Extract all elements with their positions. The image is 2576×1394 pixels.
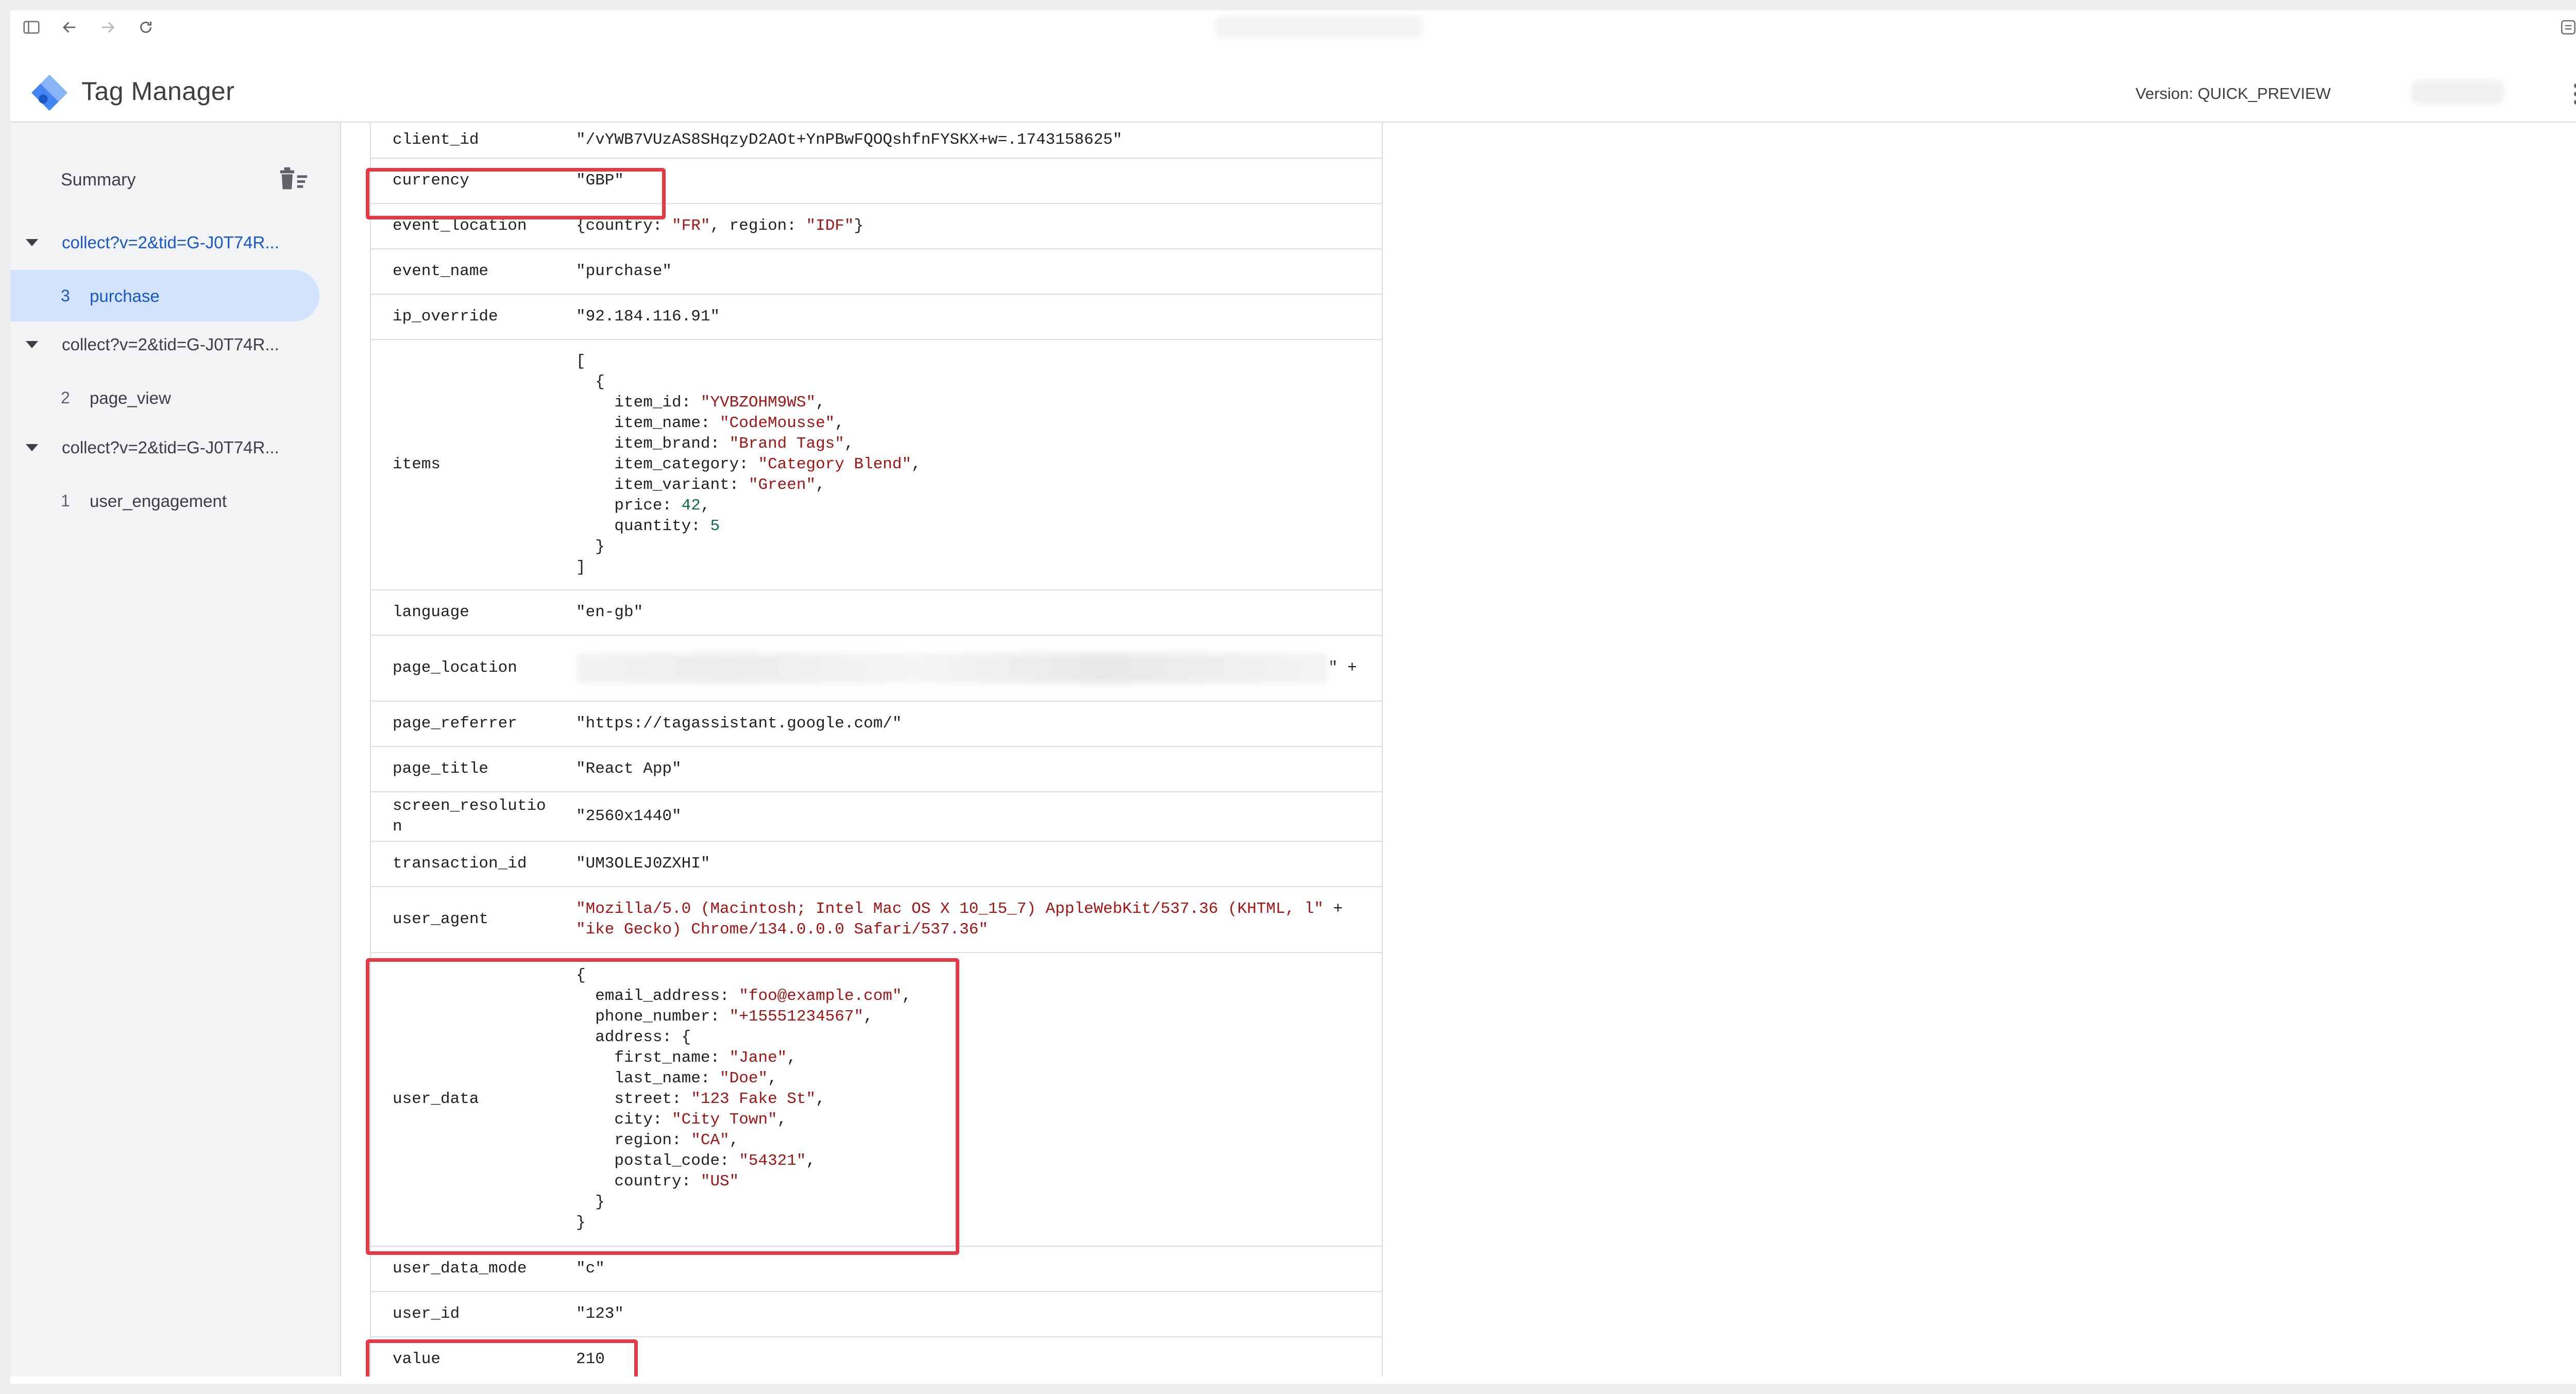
- param-key: language: [393, 603, 469, 621]
- param-row-ip-override: ip_override "92.184.116.91": [371, 295, 1382, 340]
- clear-messages-icon[interactable]: [278, 166, 308, 193]
- app-title: Tag Manager: [81, 77, 235, 106]
- param-value: 210: [576, 1350, 605, 1368]
- param-key: event_location: [393, 217, 527, 235]
- param-value: "purchase": [576, 262, 672, 280]
- chevron-down-icon[interactable]: [26, 239, 38, 246]
- param-row-items: items [ { item_id: "YVBZOHM9WS", item_na…: [371, 340, 1382, 590]
- param-key: currency: [393, 172, 469, 190]
- sidebar: Summary collect?v=2&tid=G-J0T74R... 3 pu…: [10, 123, 341, 1384]
- param-value: {country: "FR", region: "IDF"}: [576, 217, 864, 235]
- param-row-user-data: user_data { email_address: "foo@example.…: [371, 953, 1382, 1247]
- param-value: "92.184.116.91": [576, 308, 720, 326]
- horizontal-scrollbar[interactable]: [10, 1376, 2576, 1384]
- param-value: "123": [576, 1305, 624, 1323]
- summary-link[interactable]: Summary: [61, 170, 135, 190]
- redacted-info: [2411, 80, 2504, 104]
- param-value: "/vYWB7VUzAS8SHqzyD2AOt+YnPBwFQOQshfnFYS…: [576, 131, 1123, 149]
- event-name: purchase: [90, 286, 160, 305]
- param-row-user-agent: user_agent "Mozilla/5.0 (Macintosh; Inte…: [371, 887, 1382, 953]
- param-value: "c": [576, 1260, 605, 1278]
- param-value: "UM3OLEJ0ZXHI": [576, 855, 710, 873]
- event-name: page_view: [90, 388, 171, 407]
- address-bar[interactable]: [1216, 15, 1422, 38]
- reload-icon[interactable]: [136, 18, 156, 37]
- param-row-currency: currency "GBP": [371, 159, 1382, 204]
- request-label: collect?v=2&tid=G-J0T74R...: [62, 438, 279, 457]
- version-label: Version: QUICK_PREVIEW: [2136, 84, 2331, 103]
- back-arrow-icon[interactable]: [60, 18, 79, 37]
- param-row-event-name: event_name "purchase": [371, 249, 1382, 295]
- param-key: transaction_id: [393, 855, 527, 873]
- param-row-page-title: page_title "React App": [371, 747, 1382, 792]
- event-item-page-view[interactable]: 2 page_view: [10, 372, 319, 423]
- request-item-2[interactable]: collect?v=2&tid=G-J0T74R...: [10, 326, 340, 367]
- param-key: user_agent: [393, 910, 489, 928]
- param-key: items: [393, 455, 441, 473]
- event-details-panel: client_id "/vYWB7VUzAS8SHqzyD2AOt+YnPBwF…: [341, 123, 2576, 1384]
- param-value: "en-gb": [576, 603, 643, 621]
- param-row-value: value 210: [371, 1337, 1382, 1383]
- event-item-user-engagement[interactable]: 1 user_engagement: [10, 475, 319, 526]
- param-value: { email_address: "foo@example.com", phon…: [576, 966, 912, 1232]
- param-key: value: [393, 1350, 441, 1368]
- param-row-user-id: user_id "123": [371, 1292, 1382, 1337]
- param-key: user_data_mode: [393, 1260, 527, 1278]
- param-value: [ { item_id: "YVBZOHM9WS", item_name: "C…: [576, 352, 921, 576]
- param-row-client-id: client_id "/vYWB7VUzAS8SHqzyD2AOt+YnPBwF…: [371, 123, 1382, 159]
- param-key: client_id: [393, 131, 479, 149]
- event-parameters-table: client_id "/vYWB7VUzAS8SHqzyD2AOt+YnPBwF…: [370, 123, 1383, 1383]
- param-row-page-location: page_location " +: [371, 636, 1382, 702]
- param-row-screen-resolution: screen_resolution "2560x1440": [371, 792, 1382, 842]
- param-value: "2560x1440": [576, 807, 682, 825]
- param-row-language: language "en-gb": [371, 590, 1382, 636]
- request-label: collect?v=2&tid=G-J0T74R...: [62, 233, 279, 252]
- reader-icon[interactable]: [2558, 18, 2576, 37]
- param-key: page_title: [393, 760, 489, 778]
- event-name: user_engagement: [90, 491, 227, 511]
- param-key: page_referrer: [393, 715, 517, 733]
- chevron-down-icon[interactable]: [26, 341, 38, 348]
- event-item-purchase[interactable]: 3 purchase: [10, 270, 319, 321]
- chevron-down-icon[interactable]: [26, 444, 38, 451]
- param-key: screen_resolution: [393, 797, 546, 836]
- param-key: user_data: [393, 1090, 479, 1108]
- event-number: 3: [61, 286, 70, 305]
- request-item-1[interactable]: collect?v=2&tid=G-J0T74R...: [10, 224, 340, 265]
- tag-manager-logo-icon: [28, 71, 71, 114]
- event-number: 1: [61, 491, 70, 510]
- browser-toolbar: [10, 10, 2576, 45]
- param-key: page_location: [393, 659, 517, 677]
- event-number: 2: [61, 388, 70, 407]
- param-row-user-data-mode: user_data_mode "c": [371, 1247, 1382, 1292]
- browser-window: Tag Manager Version: QUICK_PREVIEW Summa…: [10, 10, 2576, 1384]
- param-row-transaction-id: transaction_id "UM3OLEJ0ZXHI": [371, 842, 1382, 887]
- redacted-value: [576, 653, 1328, 684]
- param-row-event-location: event_location {country: "FR", region: "…: [371, 204, 1382, 249]
- param-value: "https://tagassistant.google.com/": [576, 715, 902, 733]
- sidebar-toggle-icon[interactable]: [22, 18, 41, 37]
- app-header: Tag Manager Version: QUICK_PREVIEW: [10, 44, 2576, 123]
- request-label: collect?v=2&tid=G-J0T74R...: [62, 335, 279, 354]
- param-row-page-referrer: page_referrer "https://tagassistant.goog…: [371, 702, 1382, 747]
- param-key: user_id: [393, 1305, 460, 1323]
- param-key: event_name: [393, 262, 489, 280]
- forward-arrow-icon[interactable]: [98, 18, 117, 37]
- request-item-3[interactable]: collect?v=2&tid=G-J0T74R...: [10, 429, 340, 470]
- param-value: "React App": [576, 760, 682, 778]
- param-value-suffix: " +: [1328, 659, 1357, 677]
- param-value: "Mozilla/5.0 (Macintosh; Intel Mac OS X …: [576, 900, 1343, 939]
- param-value: "GBP": [576, 172, 624, 190]
- param-key: ip_override: [393, 308, 498, 326]
- more-options-icon[interactable]: [2561, 78, 2576, 109]
